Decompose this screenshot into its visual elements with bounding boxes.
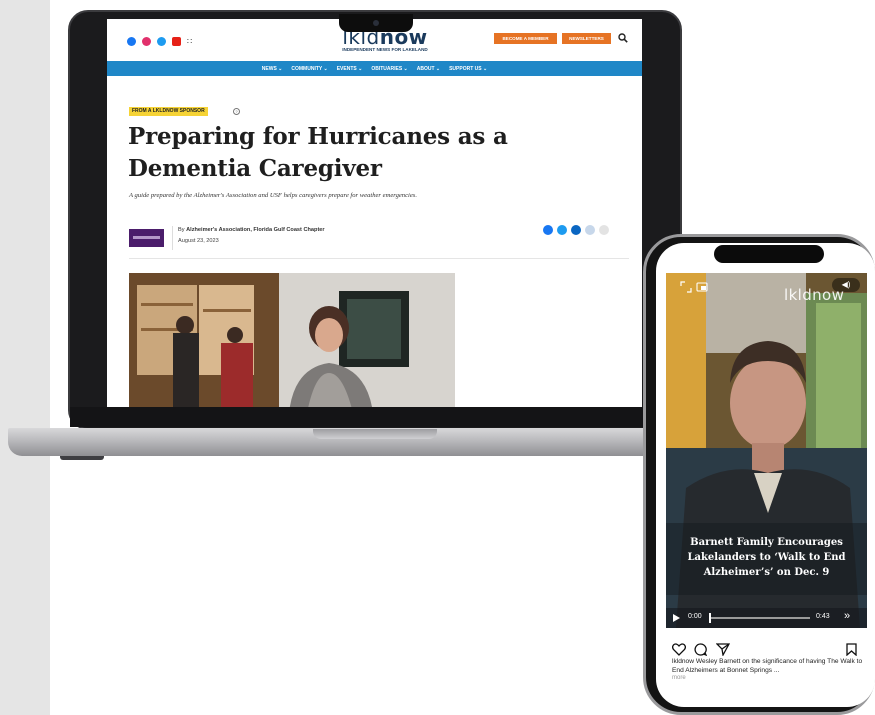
share-reddit-icon[interactable] — [585, 225, 595, 235]
nav-events[interactable]: EVENTS ⌄ — [337, 66, 363, 72]
byline-prefix: By — [178, 227, 185, 233]
nav-support-us[interactable]: SUPPORT US ⌄ — [449, 66, 487, 72]
caption-text: Wesley Barnett on the significance of ha… — [672, 658, 863, 674]
more-link[interactable]: more — [672, 675, 686, 681]
share-email-icon[interactable] — [599, 225, 609, 235]
article-photo — [129, 273, 455, 407]
reel-watermark: lkldnow — [784, 286, 845, 304]
byline-divider — [172, 226, 173, 250]
main-nav: NEWS ⌄ COMMUNITY ⌄ EVENTS ⌄ OBITUARIES ⌄… — [107, 61, 642, 76]
like-icon[interactable] — [672, 643, 686, 656]
progress-handle[interactable] — [709, 613, 711, 623]
caption-user[interactable]: lkldnow — [672, 658, 694, 665]
share-icon[interactable] — [716, 643, 730, 656]
reel-title: Barnett Family Encourages Lakelanders to… — [687, 537, 846, 578]
article-dek: A guide prepared by the Alzheimer's Asso… — [129, 192, 418, 199]
background-strip — [0, 0, 50, 715]
share-buttons — [543, 225, 609, 235]
sponsor-badge: FROM A LKLDNOW SPONSOR — [129, 107, 208, 116]
reel-video[interactable]: ◀) lkldnow Barnett Family Encourages Lak… — [666, 273, 867, 628]
skip-forward-icon[interactable]: » — [844, 610, 850, 622]
facebook-icon[interactable] — [127, 37, 136, 46]
logo-tagline: INDEPENDENT NEWS FOR LAKELAND — [342, 47, 428, 52]
laptop-foot — [60, 456, 104, 460]
nav-community[interactable]: COMMUNITY ⌄ — [291, 66, 327, 72]
nav-news[interactable]: NEWS ⌄ — [262, 66, 283, 72]
author-logo[interactable] — [129, 229, 164, 247]
bookmark-icon[interactable] — [846, 643, 857, 656]
info-icon[interactable]: ? — [233, 108, 240, 115]
time-current: 0:00 — [688, 613, 702, 620]
search-icon[interactable] — [618, 33, 628, 43]
pip-icon[interactable] — [696, 281, 708, 293]
instagram-icon[interactable] — [142, 37, 151, 46]
newsletters-button[interactable]: NEWSLETTERS — [562, 33, 611, 44]
become-member-button[interactable]: BECOME A MEMBER — [494, 33, 557, 44]
nav-obituaries[interactable]: OBITUARIES ⌄ — [371, 66, 407, 72]
laptop-trackpad-notch — [313, 429, 437, 439]
reel-caption: lkldnow Wesley Barnett on the significan… — [672, 657, 870, 675]
share-twitter-icon[interactable] — [557, 225, 567, 235]
share-linkedin-icon[interactable] — [571, 225, 581, 235]
expand-icon[interactable] — [680, 281, 692, 293]
byline: By Alzheimer's Association, Florida Gulf… — [178, 227, 325, 233]
dynamic-island — [714, 245, 824, 263]
video-controls: 0:00 0:43 » — [666, 608, 867, 628]
article-headline: Preparing for Hurricanes as a Dementia C… — [128, 123, 508, 182]
progress-bar[interactable] — [709, 613, 810, 623]
comment-icon[interactable] — [694, 643, 707, 656]
play-icon[interactable] — [672, 614, 680, 622]
nav-about[interactable]: ABOUT ⌄ — [417, 66, 440, 72]
laptop-bezel — [70, 407, 680, 427]
rss-icon[interactable]: ∷ — [187, 37, 196, 46]
phone-screen: ◀) lkldnow Barnett Family Encourages Lak… — [656, 243, 875, 707]
youtube-icon[interactable] — [172, 37, 181, 46]
laptop-screen: ∷ lkldnow INDEPENDENT NEWS FOR LAKELAND … — [107, 19, 642, 407]
twitter-icon[interactable] — [157, 37, 166, 46]
time-total: 0:43 — [816, 613, 830, 620]
social-links: ∷ — [127, 37, 196, 46]
share-facebook-icon[interactable] — [543, 225, 553, 235]
author-link[interactable]: Alzheimer's Association, Florida Gulf Co… — [186, 227, 325, 233]
publish-date: August 23, 2023 — [178, 238, 219, 244]
article-divider — [129, 258, 629, 259]
camera-icon — [373, 20, 379, 26]
